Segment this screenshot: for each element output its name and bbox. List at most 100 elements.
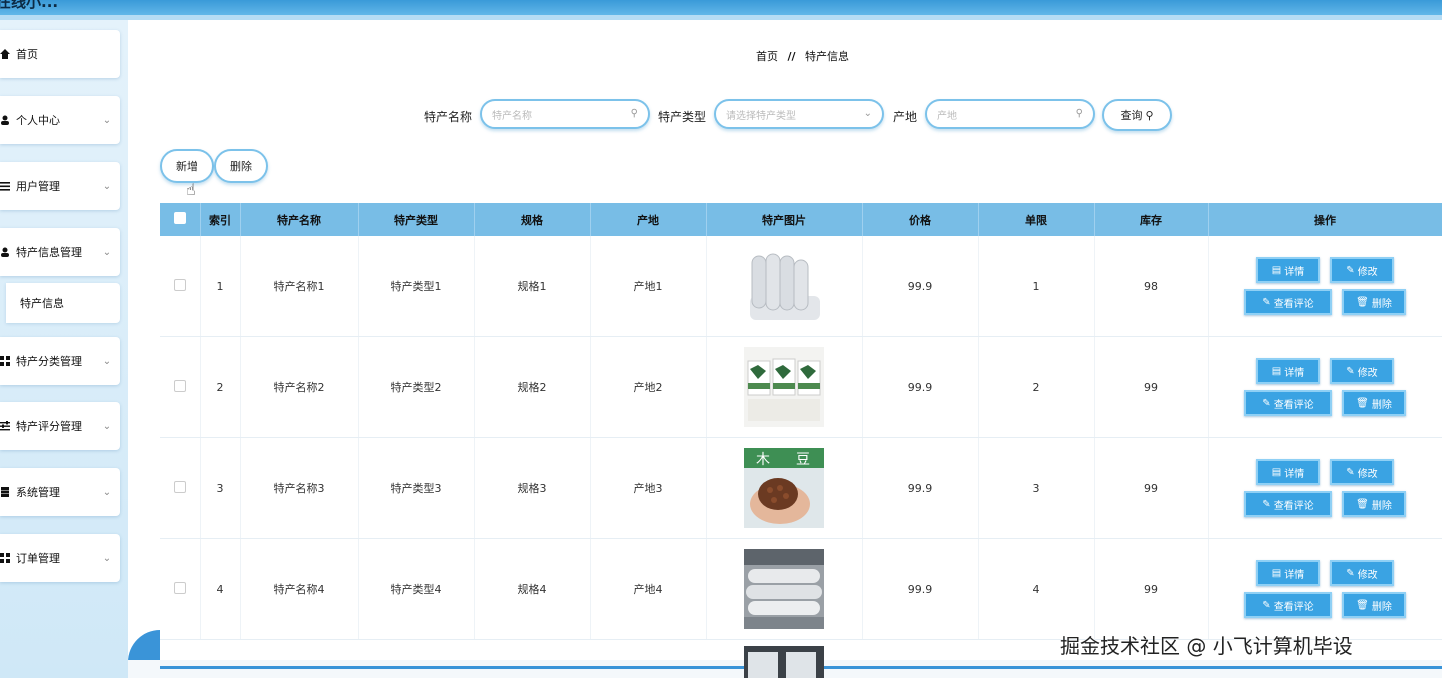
- breadcrumb: 首页 // 特产信息: [756, 48, 849, 64]
- row-checkbox[interactable]: [173, 379, 186, 392]
- query-button[interactable]: 查询 ⚲: [1102, 99, 1172, 131]
- row-select-cell[interactable]: [160, 336, 201, 438]
- watermark: 掘金技术社区 @ 小飞计算机毕设: [1060, 634, 1353, 658]
- row-select-cell[interactable]: [160, 236, 201, 337]
- sidebar-item-system-management[interactable]: 系统管理 ⌄: [0, 468, 120, 516]
- select-all-header[interactable]: [160, 203, 201, 236]
- chevron-down-icon: ⌄: [102, 486, 112, 498]
- delete-button[interactable]: 删除: [214, 149, 268, 183]
- sidebar-item-category-management[interactable]: 特产分类管理 ⌄: [0, 337, 120, 385]
- image-cell: 木豆: [706, 437, 863, 539]
- chevron-down-icon: ⌄: [102, 180, 112, 192]
- pencil-icon: ✎: [1346, 264, 1355, 276]
- edit-button[interactable]: ✎ 修改: [1330, 358, 1394, 384]
- trash-icon: 🗑: [1356, 397, 1369, 409]
- index-cell: 1: [200, 236, 241, 337]
- spec-cell: 规格4: [474, 538, 591, 640]
- sliders-icon: [0, 421, 10, 431]
- sidebar-item-label: 系统管理: [16, 486, 60, 499]
- stock-cell: 99: [1094, 538, 1209, 640]
- chevron-down-icon: ⌄: [102, 114, 112, 126]
- view-comments-button[interactable]: ✎ 查看评论: [1244, 390, 1332, 416]
- sidebar-subitem-label: 特产信息: [20, 297, 64, 310]
- chevron-down-icon: ⌄: [102, 355, 112, 367]
- app-title: 在线小...: [0, 0, 59, 11]
- sidebar-subitem-product-info[interactable]: 特产信息: [6, 283, 120, 323]
- pencil-icon: ✎: [1346, 466, 1355, 478]
- image-cell: [706, 236, 863, 337]
- trash-icon: 🗑: [1356, 498, 1369, 510]
- delete-button-label: 删除: [230, 160, 252, 173]
- row-checkbox[interactable]: [173, 581, 186, 594]
- name-search-placeholder: 特产名称: [492, 110, 532, 122]
- row-select-cell[interactable]: [160, 538, 201, 640]
- breadcrumb-current: 特产信息: [805, 50, 850, 63]
- pencil-icon: ✎: [1262, 397, 1271, 409]
- row-delete-button[interactable]: 🗑 删除: [1342, 289, 1406, 315]
- breadcrumb-home[interactable]: 首页: [756, 50, 778, 63]
- actions-cell: ▤ 详情 ✎ 修改 ✎ 查看评论 🗑 删除: [1208, 236, 1442, 337]
- stock-cell: 99: [1094, 437, 1209, 539]
- pencil-icon: ✎: [1262, 599, 1271, 611]
- sidebar-item-home[interactable]: 首页: [0, 30, 120, 78]
- query-button-label: 查询: [1120, 109, 1143, 122]
- sidebar-item-personal-center[interactable]: 个人中心 ⌄: [0, 96, 120, 144]
- column-header: 特产类型: [358, 203, 475, 236]
- pencil-icon: ✎: [1262, 498, 1271, 510]
- sidebar-item-product-info-management[interactable]: 特产信息管理 ⌄: [0, 228, 120, 276]
- column-header: 价格: [862, 203, 979, 236]
- view-comments-button[interactable]: ✎ 查看评论: [1244, 289, 1332, 315]
- origin-cell: 产地2: [590, 336, 707, 438]
- select-all-checkbox[interactable]: [173, 212, 186, 224]
- chevron-down-icon: ⌄: [102, 246, 112, 258]
- list-icon: [0, 181, 10, 191]
- home-icon: [0, 49, 10, 59]
- row-delete-button[interactable]: 🗑 删除: [1342, 390, 1406, 416]
- detail-button[interactable]: ▤ 详情: [1256, 560, 1320, 586]
- type-cell: 特产类型2: [358, 336, 475, 438]
- sidebar-item-order-management[interactable]: 订单管理 ⌄: [0, 534, 120, 582]
- sidebar-item-label: 特产信息管理: [16, 246, 82, 259]
- search-icon: ⚲: [630, 108, 638, 119]
- row-delete-button[interactable]: 🗑 删除: [1342, 592, 1406, 618]
- name-cell: 特产名称2: [240, 336, 359, 438]
- spec-cell: 规格1: [474, 236, 591, 337]
- stock-cell: 99: [1094, 336, 1209, 438]
- detail-button[interactable]: ▤ 详情: [1256, 459, 1320, 485]
- type-cell: 特产类型1: [358, 236, 475, 337]
- row-delete-button[interactable]: 🗑 删除: [1342, 491, 1406, 517]
- edit-button[interactable]: ✎ 修改: [1330, 459, 1394, 485]
- origin-search-input[interactable]: 产地 ⚲: [925, 99, 1095, 129]
- index-cell: 4: [200, 538, 241, 640]
- column-header: 单限: [978, 203, 1095, 236]
- foam-rolls-image: [744, 246, 824, 326]
- origin-cell: 产地3: [590, 437, 707, 539]
- view-comments-button[interactable]: ✎ 查看评论: [1244, 592, 1332, 618]
- origin-cell: 产地4: [590, 538, 707, 640]
- actions-cell: ▤ 详情 ✎ 修改 ✎ 查看评论 🗑 删除: [1208, 336, 1442, 438]
- add-button-label: 新增: [176, 160, 198, 173]
- type-select[interactable]: 请选择特产类型 ⌄: [714, 99, 884, 129]
- view-comments-button[interactable]: ✎ 查看评论: [1244, 491, 1332, 517]
- sidebar-item-rating-management[interactable]: 特产评分管理 ⌄: [0, 402, 120, 450]
- fabric-rolls-image: [744, 549, 824, 629]
- sidebar-item-label: 用户管理: [16, 180, 60, 193]
- add-button[interactable]: 新增: [160, 149, 214, 183]
- actions-cell: ▤ 详情 ✎ 修改 ✎ 查看评论 🗑 删除: [1208, 538, 1442, 640]
- row-select-cell[interactable]: [160, 437, 201, 539]
- detail-button[interactable]: ▤ 详情: [1256, 358, 1320, 384]
- name-search-input[interactable]: 特产名称 ⚲: [480, 99, 650, 129]
- edit-button[interactable]: ✎ 修改: [1330, 560, 1394, 586]
- stack-icon: [0, 487, 10, 497]
- detail-button[interactable]: ▤ 详情: [1256, 257, 1320, 283]
- sidebar-item-user-management[interactable]: 用户管理 ⌄: [0, 162, 120, 210]
- name-search-label: 特产名称: [424, 110, 473, 124]
- limit-cell: 4: [978, 538, 1095, 640]
- svg-text:豆: 豆: [796, 452, 810, 468]
- pencil-icon: ✎: [1262, 296, 1271, 308]
- row-checkbox[interactable]: [173, 480, 186, 493]
- edit-button[interactable]: ✎ 修改: [1330, 257, 1394, 283]
- user-icon: [0, 247, 10, 257]
- column-header: 特产名称: [240, 203, 359, 236]
- row-checkbox[interactable]: [173, 278, 186, 291]
